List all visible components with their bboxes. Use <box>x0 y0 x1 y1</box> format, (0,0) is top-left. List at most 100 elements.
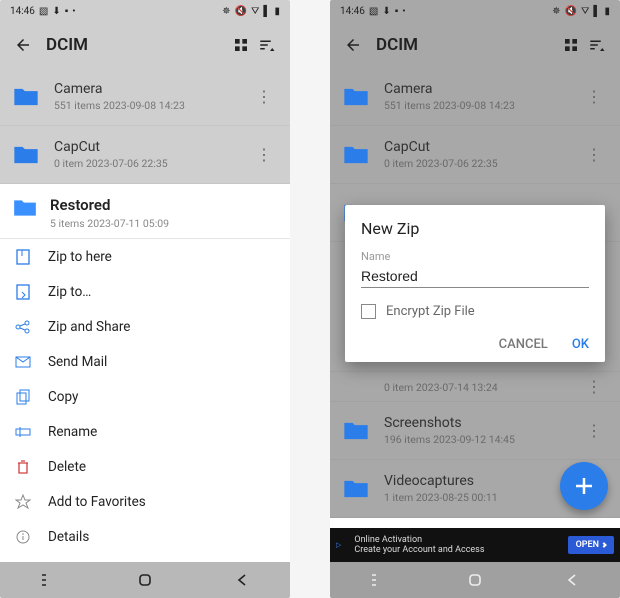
nav-back[interactable] <box>193 562 290 598</box>
kebab-icon[interactable]: ⋮ <box>580 379 608 395</box>
nav-bar <box>0 562 290 598</box>
checkbox-icon[interactable] <box>361 304 376 319</box>
menu-label: Zip and Share <box>48 319 130 335</box>
gallery-icon: ▧ <box>369 6 378 17</box>
folder-icon <box>342 144 370 166</box>
phone-left: 14:46 ▧ ⬇ ▪ • ✵ 🔇 ⛛ ▌ ▮ DCIM <box>0 0 290 598</box>
folder-name: Camera <box>54 81 185 97</box>
mute-icon: 🔇 <box>235 6 247 17</box>
folder-row[interactable]: CapCut0 item 2023-07-06 22:35 ⋮ <box>330 126 620 184</box>
menu-delete[interactable]: Delete <box>0 449 290 484</box>
trash-icon <box>14 460 32 474</box>
menu-label: Delete <box>48 459 86 475</box>
rename-icon <box>14 426 32 438</box>
zip-icon <box>14 249 32 265</box>
adchoices-icon: ▷ <box>336 541 341 549</box>
sort-icon[interactable] <box>254 32 280 58</box>
status-time: 14:46 <box>340 6 365 17</box>
folder-icon <box>342 420 370 442</box>
zip-name-input[interactable] <box>361 265 589 288</box>
page-title: DCIM <box>46 35 88 55</box>
encrypt-checkbox-row[interactable]: Encrypt Zip File <box>361 304 589 319</box>
bluetooth-icon: ✵ <box>222 6 230 17</box>
menu-label: Rename <box>48 424 97 440</box>
chat-icon: ▪ <box>65 6 69 17</box>
signal-icon: ▌ <box>593 6 600 17</box>
menu-label: Zip to… <box>48 284 91 300</box>
menu-copy[interactable]: Copy <box>0 379 290 414</box>
view-grid-icon[interactable] <box>228 32 254 58</box>
menu-rename[interactable]: Rename <box>0 414 290 449</box>
download-icon: ⬇ <box>52 6 60 17</box>
folder-meta: 551 items 2023-09-08 14:23 <box>54 99 185 112</box>
folder-meta: 196 items 2023-09-12 14:45 <box>384 433 515 446</box>
fab-add[interactable] <box>560 462 608 510</box>
menu-favorite[interactable]: Add to Favorites <box>0 484 290 519</box>
folder-meta: 1 item 2023-08-25 00:11 <box>384 491 498 504</box>
view-grid-icon[interactable] <box>558 32 584 58</box>
app-bar: DCIM <box>0 22 290 68</box>
folder-name: Camera <box>384 81 515 97</box>
nav-home[interactable] <box>97 562 194 598</box>
menu-zip-here[interactable]: Zip to here <box>0 239 290 274</box>
phone-right: 14:46 ▧ ⬇ ▪ • ✵ 🔇 ⛛ ▌ ▮ DCIM Camera551 <box>330 0 620 598</box>
nav-recents[interactable] <box>0 562 97 598</box>
selected-folder-name: Restored <box>50 196 169 214</box>
kebab-icon[interactable]: ⋮ <box>250 89 278 105</box>
kebab-icon[interactable]: ⋮ <box>580 147 608 163</box>
signal-icon: ▌ <box>263 6 270 17</box>
folder-name: Screenshots <box>384 415 515 431</box>
menu-label: Copy <box>48 389 78 405</box>
cancel-button[interactable]: CANCEL <box>499 337 548 352</box>
folder-icon <box>342 478 370 500</box>
ad-line2: Create your Account and Access <box>354 545 567 555</box>
ad-open-button[interactable]: OPEN <box>568 536 614 554</box>
selected-folder-header: Restored 5 items 2023-07-11 05:09 <box>0 184 290 239</box>
battery-icon: ▮ <box>274 6 280 17</box>
gallery-icon: ▧ <box>39 6 48 17</box>
page-title: DCIM <box>376 35 418 55</box>
folder-row[interactable]: Screenshots 196 items 2023-09-12 14:45 ⋮ <box>330 402 620 460</box>
encrypt-label: Encrypt Zip File <box>386 304 475 319</box>
back-icon[interactable] <box>340 32 366 58</box>
chat-icon: ▪ <box>395 6 399 17</box>
folder-name: CapCut <box>54 139 168 155</box>
ad-banner[interactable]: ▷ Online Activation Create your Account … <box>330 528 620 562</box>
menu-zip-to[interactable]: Zip to… <box>0 274 290 309</box>
folder-row[interactable]: Camera 551 items 2023-09-08 14:23 ⋮ <box>0 68 290 126</box>
menu-label: Zip to here <box>48 249 112 265</box>
battery-icon: ▮ <box>604 6 610 17</box>
nav-bar <box>330 562 620 598</box>
sort-icon[interactable] <box>584 32 610 58</box>
menu-send-mail[interactable]: Send Mail <box>0 344 290 379</box>
folder-row[interactable]: Camera 551 items 2023-09-08 14:23 ⋮ <box>330 68 620 126</box>
folder-row-partial[interactable]: 0 item 2023-07-14 13:24 ⋮ <box>330 372 620 402</box>
status-bar: 14:46 ▧ ⬇ ▪ • ✵ 🔇 ⛛ ▌ ▮ <box>0 0 290 22</box>
wifi-icon: ⛛ <box>251 6 259 17</box>
folder-open-icon <box>12 198 38 218</box>
folder-row[interactable]: CapCut 0 item 2023-07-06 22:35 ⋮ <box>0 126 290 184</box>
menu-zip-share[interactable]: Zip and Share <box>0 309 290 344</box>
folder-meta: 551 items 2023-09-08 14:23 <box>384 99 515 112</box>
back-icon[interactable] <box>10 32 36 58</box>
kebab-icon[interactable]: ⋮ <box>580 89 608 105</box>
ok-button[interactable]: OK <box>572 337 589 352</box>
folder-icon <box>12 144 40 166</box>
bluetooth-icon: ✵ <box>552 6 560 17</box>
selected-folder-meta: 5 items 2023-07-11 05:09 <box>50 217 169 230</box>
download-icon: ⬇ <box>382 6 390 17</box>
nav-home[interactable] <box>427 562 524 598</box>
nav-back[interactable] <box>523 562 620 598</box>
menu-label: Details <box>48 529 89 545</box>
kebab-icon[interactable]: ⋮ <box>250 147 278 163</box>
folder-meta: 0 item 2023-07-06 22:35 <box>384 157 498 170</box>
kebab-icon[interactable]: ⋮ <box>580 423 608 439</box>
chevron-right-icon <box>601 542 607 548</box>
wifi-icon: ⛛ <box>581 6 589 17</box>
nav-recents[interactable] <box>330 562 427 598</box>
menu-details[interactable]: Details <box>0 519 290 554</box>
ad-line1: Online Activation <box>354 535 567 545</box>
dialog-title: New Zip <box>361 219 589 238</box>
status-bar: 14:46 ▧ ⬇ ▪ • ✵ 🔇 ⛛ ▌ ▮ <box>330 0 620 22</box>
more-icon: • <box>402 6 405 17</box>
